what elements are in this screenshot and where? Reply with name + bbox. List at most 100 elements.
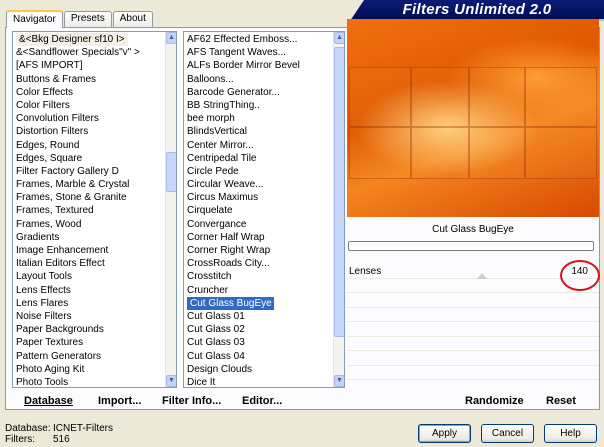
filter-scrollbar[interactable]: ▲ ▼ — [333, 32, 344, 387]
filter-list-item[interactable]: Cut Glass BugEye — [184, 296, 344, 310]
category-list-item[interactable]: Distortion Filters — [13, 125, 176, 138]
randomize-button[interactable]: Randomize — [465, 395, 524, 407]
tab-about[interactable]: About — [112, 11, 153, 27]
filter-item-label: Design Clouds — [187, 363, 253, 375]
scroll-up-icon[interactable]: ▲ — [334, 32, 344, 44]
filter-info-button[interactable]: Filter Info... — [162, 395, 221, 407]
category-item-label: [AFS IMPORT] — [16, 60, 83, 72]
category-list-item[interactable]: Lens Flares — [13, 297, 176, 310]
filter-list-item[interactable]: Centripedal Tile — [184, 152, 344, 165]
category-item-label: Frames, Textured — [16, 205, 94, 217]
filter-list-item[interactable]: Cruncher — [184, 284, 344, 297]
tab-navigator[interactable]: Navigator — [6, 10, 63, 28]
category-list-item[interactable]: &<Sandflower Specials"v" > — [13, 46, 176, 59]
filter-list-item[interactable]: Circus Maximus — [184, 191, 344, 204]
category-list-item[interactable]: Photo Aging Kit — [13, 363, 176, 376]
filter-list-item[interactable]: Convergance — [184, 218, 344, 231]
scroll-thumb[interactable] — [166, 152, 176, 192]
scroll-up-icon[interactable]: ▲ — [166, 32, 176, 44]
category-item-label: Color Effects — [16, 86, 74, 98]
category-list-item[interactable]: Edges, Square — [13, 152, 176, 165]
category-list-item[interactable]: Frames, Textured — [13, 204, 176, 217]
category-list-item[interactable]: Edges, Round — [13, 139, 176, 152]
filter-list-item[interactable]: Dice It — [184, 376, 344, 387]
category-list-item[interactable]: Noise Filters — [13, 310, 176, 323]
filter-list-item[interactable]: Corner Half Wrap — [184, 231, 344, 244]
filter-item-label: CrossRoads City... — [187, 258, 270, 270]
cancel-button[interactable]: Cancel — [481, 424, 534, 443]
category-item-label: Paper Textures — [16, 337, 84, 349]
progress-bar — [348, 241, 594, 251]
filter-item-label: Cut Glass 01 — [187, 310, 245, 322]
category-list-item[interactable]: Paper Textures — [13, 336, 176, 349]
filter-list-item[interactable]: Design Clouds — [184, 363, 344, 376]
category-item-label: Gradients — [16, 231, 60, 243]
filter-list-item[interactable]: Cut Glass 02 — [184, 323, 344, 336]
category-list-item[interactable]: Color Filters — [13, 99, 176, 112]
filter-list-item[interactable]: BlindsVertical — [184, 125, 344, 138]
filter-item-label: Cut Glass 03 — [187, 337, 245, 349]
category-item-label: Photo Tools — [16, 376, 69, 388]
category-list-item[interactable]: Photo Tools — [13, 376, 176, 388]
category-list-item[interactable]: [AFS IMPORT] — [13, 59, 176, 72]
filter-item-label: ALFs Border Mirror Bevel — [187, 60, 300, 72]
category-list-item[interactable]: Italian Editors Effect — [13, 257, 176, 270]
category-list[interactable]: &<Bkg Designer sf10 I> &<Sandflower Speci… — [12, 31, 177, 388]
category-scrollbar[interactable]: ▲ ▼ — [165, 32, 176, 387]
highlight-circle — [560, 260, 600, 291]
category-list-item[interactable]: Filter Factory Gallery D — [13, 165, 176, 178]
category-list-item[interactable]: &<Bkg Designer sf10 I> — [13, 33, 176, 47]
scroll-thumb[interactable] — [334, 47, 344, 337]
category-item-label: Color Filters — [16, 99, 70, 111]
import-button[interactable]: Import... — [98, 395, 141, 407]
category-list-item[interactable]: Paper Backgrounds — [13, 323, 176, 336]
filter-list-item[interactable]: AF62 Effected Emboss... — [184, 33, 344, 46]
filter-list-item[interactable]: bee morph — [184, 112, 344, 125]
filter-list-item[interactable]: Balloons... — [184, 73, 344, 86]
filter-list-item[interactable]: ALFs Border Mirror Bevel — [184, 59, 344, 72]
filter-list-item[interactable]: Corner Right Wrap — [184, 244, 344, 257]
tab-presets[interactable]: Presets — [63, 11, 112, 27]
category-item-label: Lens Effects — [16, 284, 71, 296]
scroll-down-icon[interactable]: ▼ — [334, 375, 344, 387]
filter-list-item[interactable]: Cut Glass 01 — [184, 310, 344, 323]
filter-list-item[interactable]: CrossRoads City... — [184, 257, 344, 270]
filter-list[interactable]: AF62 Effected Emboss... AFS Tangent Waves… — [183, 31, 345, 388]
filter-item-label: AFS Tangent Waves... — [187, 47, 286, 59]
category-list-item[interactable]: Buttons & Frames — [13, 73, 176, 86]
filter-list-item[interactable]: Cut Glass 03 — [184, 336, 344, 349]
category-list-item[interactable]: Lens Effects — [13, 284, 176, 297]
filter-list-item[interactable]: Circular Weave... — [184, 178, 344, 191]
filter-list-item[interactable]: Cirquelate — [184, 204, 344, 217]
category-list-item[interactable]: Gradients — [13, 231, 176, 244]
filter-item-label: Cut Glass BugEye — [187, 296, 274, 310]
category-list-item[interactable]: Frames, Marble & Crystal — [13, 178, 176, 191]
reset-button[interactable]: Reset — [546, 395, 576, 407]
database-button[interactable]: Database — [24, 395, 73, 407]
filter-item-label: Convergance — [187, 218, 247, 230]
category-list-item[interactable]: Image Enhancement — [13, 244, 176, 257]
category-list-item[interactable]: Layout Tools — [13, 270, 176, 283]
filter-list-item[interactable]: Cut Glass 04 — [184, 350, 344, 363]
apply-button[interactable]: Apply — [418, 424, 471, 443]
filter-list-item[interactable]: Circle Pede — [184, 165, 344, 178]
category-list-item[interactable]: Pattern Generators — [13, 350, 176, 363]
filter-list-item[interactable]: AFS Tangent Waves... — [184, 46, 344, 59]
filter-list-item[interactable]: BB StringThing.. — [184, 99, 344, 112]
help-button[interactable]: Help — [544, 424, 597, 443]
category-item-label: Frames, Wood — [16, 218, 82, 230]
filter-item-label: Corner Half Wrap — [187, 231, 265, 243]
filter-list-item[interactable]: Barcode Generator... — [184, 86, 344, 99]
app-logo: Filters Unlimited 2.0 — [350, 0, 604, 21]
category-item-label: Frames, Marble & Crystal — [16, 179, 130, 191]
filter-list-item[interactable]: Crosstitch — [184, 270, 344, 283]
category-list-item[interactable]: Frames, Stone & Granite — [13, 191, 176, 204]
filter-item-label: Balloons... — [187, 73, 234, 85]
filter-item-label: Crosstitch — [187, 271, 232, 283]
category-list-item[interactable]: Convolution Filters — [13, 112, 176, 125]
category-list-item[interactable]: Color Effects — [13, 86, 176, 99]
scroll-down-icon[interactable]: ▼ — [166, 375, 176, 387]
filter-list-item[interactable]: Center Mirror... — [184, 139, 344, 152]
editor-button[interactable]: Editor... — [242, 395, 282, 407]
category-list-item[interactable]: Frames, Wood — [13, 218, 176, 231]
